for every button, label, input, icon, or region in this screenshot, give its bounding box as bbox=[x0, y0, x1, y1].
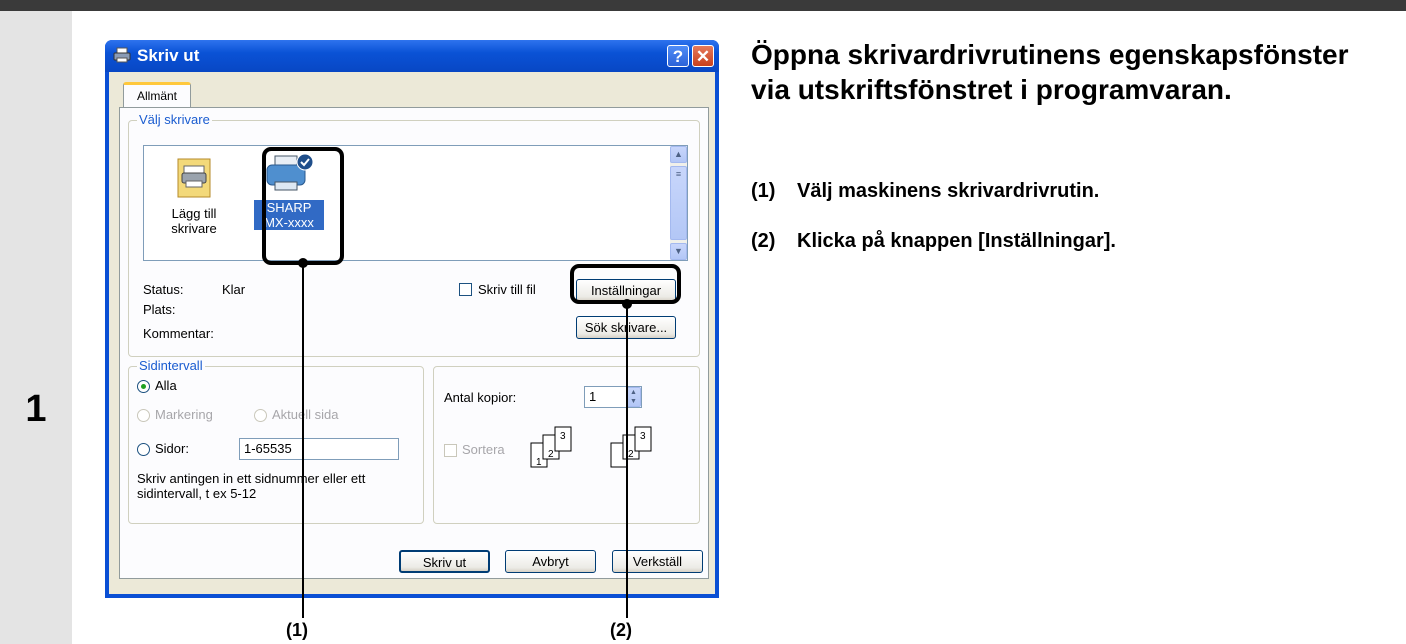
collate-label: Sortera bbox=[462, 442, 505, 457]
callout-box-2 bbox=[570, 264, 681, 304]
add-printer-line2: skrivare bbox=[171, 221, 217, 236]
collate-page-3b: 3 bbox=[640, 431, 646, 442]
cancel-button[interactable]: Avbryt bbox=[505, 550, 596, 573]
step-1-number: (1) bbox=[751, 180, 776, 202]
page-range-label: Sidintervall bbox=[137, 358, 205, 373]
print-to-file-checkbox[interactable] bbox=[459, 283, 472, 296]
copies-spinner[interactable]: ▲ ▼ bbox=[626, 387, 641, 407]
current-page-label: Aktuell sida bbox=[272, 407, 339, 422]
callout-label-1: (1) bbox=[286, 620, 308, 640]
instruction-heading: Öppna skrivardrivrutinens egenskapsfönst… bbox=[751, 39, 1349, 105]
current-page-radio[interactable] bbox=[254, 409, 267, 422]
step-column bbox=[0, 11, 72, 644]
all-pages-label: Alla bbox=[155, 378, 177, 393]
print-button[interactable]: Skriv ut bbox=[399, 550, 490, 573]
callout-leader-2 bbox=[626, 304, 628, 618]
step-number: 1 bbox=[25, 388, 47, 430]
tab-general[interactable]: Allmänt bbox=[123, 82, 191, 108]
location-label: Plats: bbox=[143, 302, 176, 317]
selection-label: Markering bbox=[155, 407, 213, 422]
printer-list-scrollbar[interactable]: ▲ ≡ ▼ bbox=[670, 146, 687, 260]
callout-box-1 bbox=[262, 147, 344, 265]
scroll-thumb[interactable]: ≡ bbox=[670, 166, 687, 240]
copies-group: Antal kopior: 1 ▲ ▼ Sortera 1 2 3 2 3 bbox=[433, 366, 700, 524]
callout-label-2: (2) bbox=[610, 620, 632, 640]
pages-label: Sidor: bbox=[155, 441, 189, 456]
page-range-group: Sidintervall Alla Markering Aktuell sida… bbox=[128, 358, 424, 524]
collate-page-2: 2 bbox=[548, 449, 554, 460]
collate-illustration: 1 2 3 2 3 bbox=[530, 426, 652, 468]
step-2-number: (2) bbox=[751, 230, 776, 252]
copies-label: Antal kopior: bbox=[444, 390, 517, 405]
collate-page-1: 1 bbox=[536, 457, 542, 468]
printer-list[interactable]: Lägg till skrivare SHARP MX-xxxx ▲ ≡ ▼ bbox=[143, 145, 688, 261]
instruction-step-2: (2) Klicka på knappen [Inställningar]. bbox=[751, 230, 1116, 253]
comment-label: Kommentar: bbox=[143, 326, 214, 341]
dialog-client: Allmänt Välj skrivare Lägg till skrivare bbox=[109, 72, 715, 594]
status-value: Klar bbox=[222, 282, 246, 297]
callout-leader-1 bbox=[302, 263, 304, 618]
collate-page-2b: 2 bbox=[628, 449, 634, 460]
step-1-text: Välj maskinens skrivardrivrutin. bbox=[797, 180, 1100, 202]
pages-input[interactable]: 1-65535 bbox=[239, 438, 399, 460]
add-printer-icon bbox=[177, 158, 211, 198]
scroll-down-button[interactable]: ▼ bbox=[670, 243, 687, 260]
scroll-up-button[interactable]: ▲ bbox=[670, 146, 687, 163]
help-button[interactable]: ? bbox=[667, 45, 689, 67]
close-button[interactable]: ✕ bbox=[692, 45, 714, 67]
status-label: Status: bbox=[143, 282, 184, 297]
collate-page-3: 3 bbox=[560, 431, 566, 442]
add-printer-line1: Lägg till bbox=[171, 206, 217, 221]
step-2-text: Klicka på knappen [Inställningar]. bbox=[797, 230, 1116, 252]
printer-item-add-printer[interactable]: Lägg till skrivare bbox=[159, 156, 229, 236]
select-printer-group: Välj skrivare Lägg till skrivare SHARP M… bbox=[128, 112, 700, 357]
tab-panel: Välj skrivare Lägg till skrivare SHARP M… bbox=[119, 107, 709, 579]
instruction-step-1: (1) Välj maskinens skrivardrivrutin. bbox=[751, 180, 1099, 203]
pages-help-line2: sidintervall, t ex 5-12 bbox=[137, 486, 257, 501]
all-pages-radio[interactable] bbox=[137, 380, 150, 393]
pages-radio[interactable] bbox=[137, 443, 150, 456]
select-printer-label: Välj skrivare bbox=[137, 112, 212, 127]
selection-radio[interactable] bbox=[137, 409, 150, 422]
dialog-title: Skriv ut bbox=[137, 46, 200, 65]
top-rule bbox=[0, 0, 1406, 11]
pages-help-line1: Skriv antingen in ett sidnummer eller et… bbox=[137, 471, 366, 486]
collate-checkbox[interactable] bbox=[444, 444, 457, 457]
printer-icon bbox=[113, 47, 131, 63]
print-to-file-label: Skriv till fil bbox=[478, 282, 536, 297]
title-bar: Skriv ut ? ✕ bbox=[105, 40, 719, 72]
